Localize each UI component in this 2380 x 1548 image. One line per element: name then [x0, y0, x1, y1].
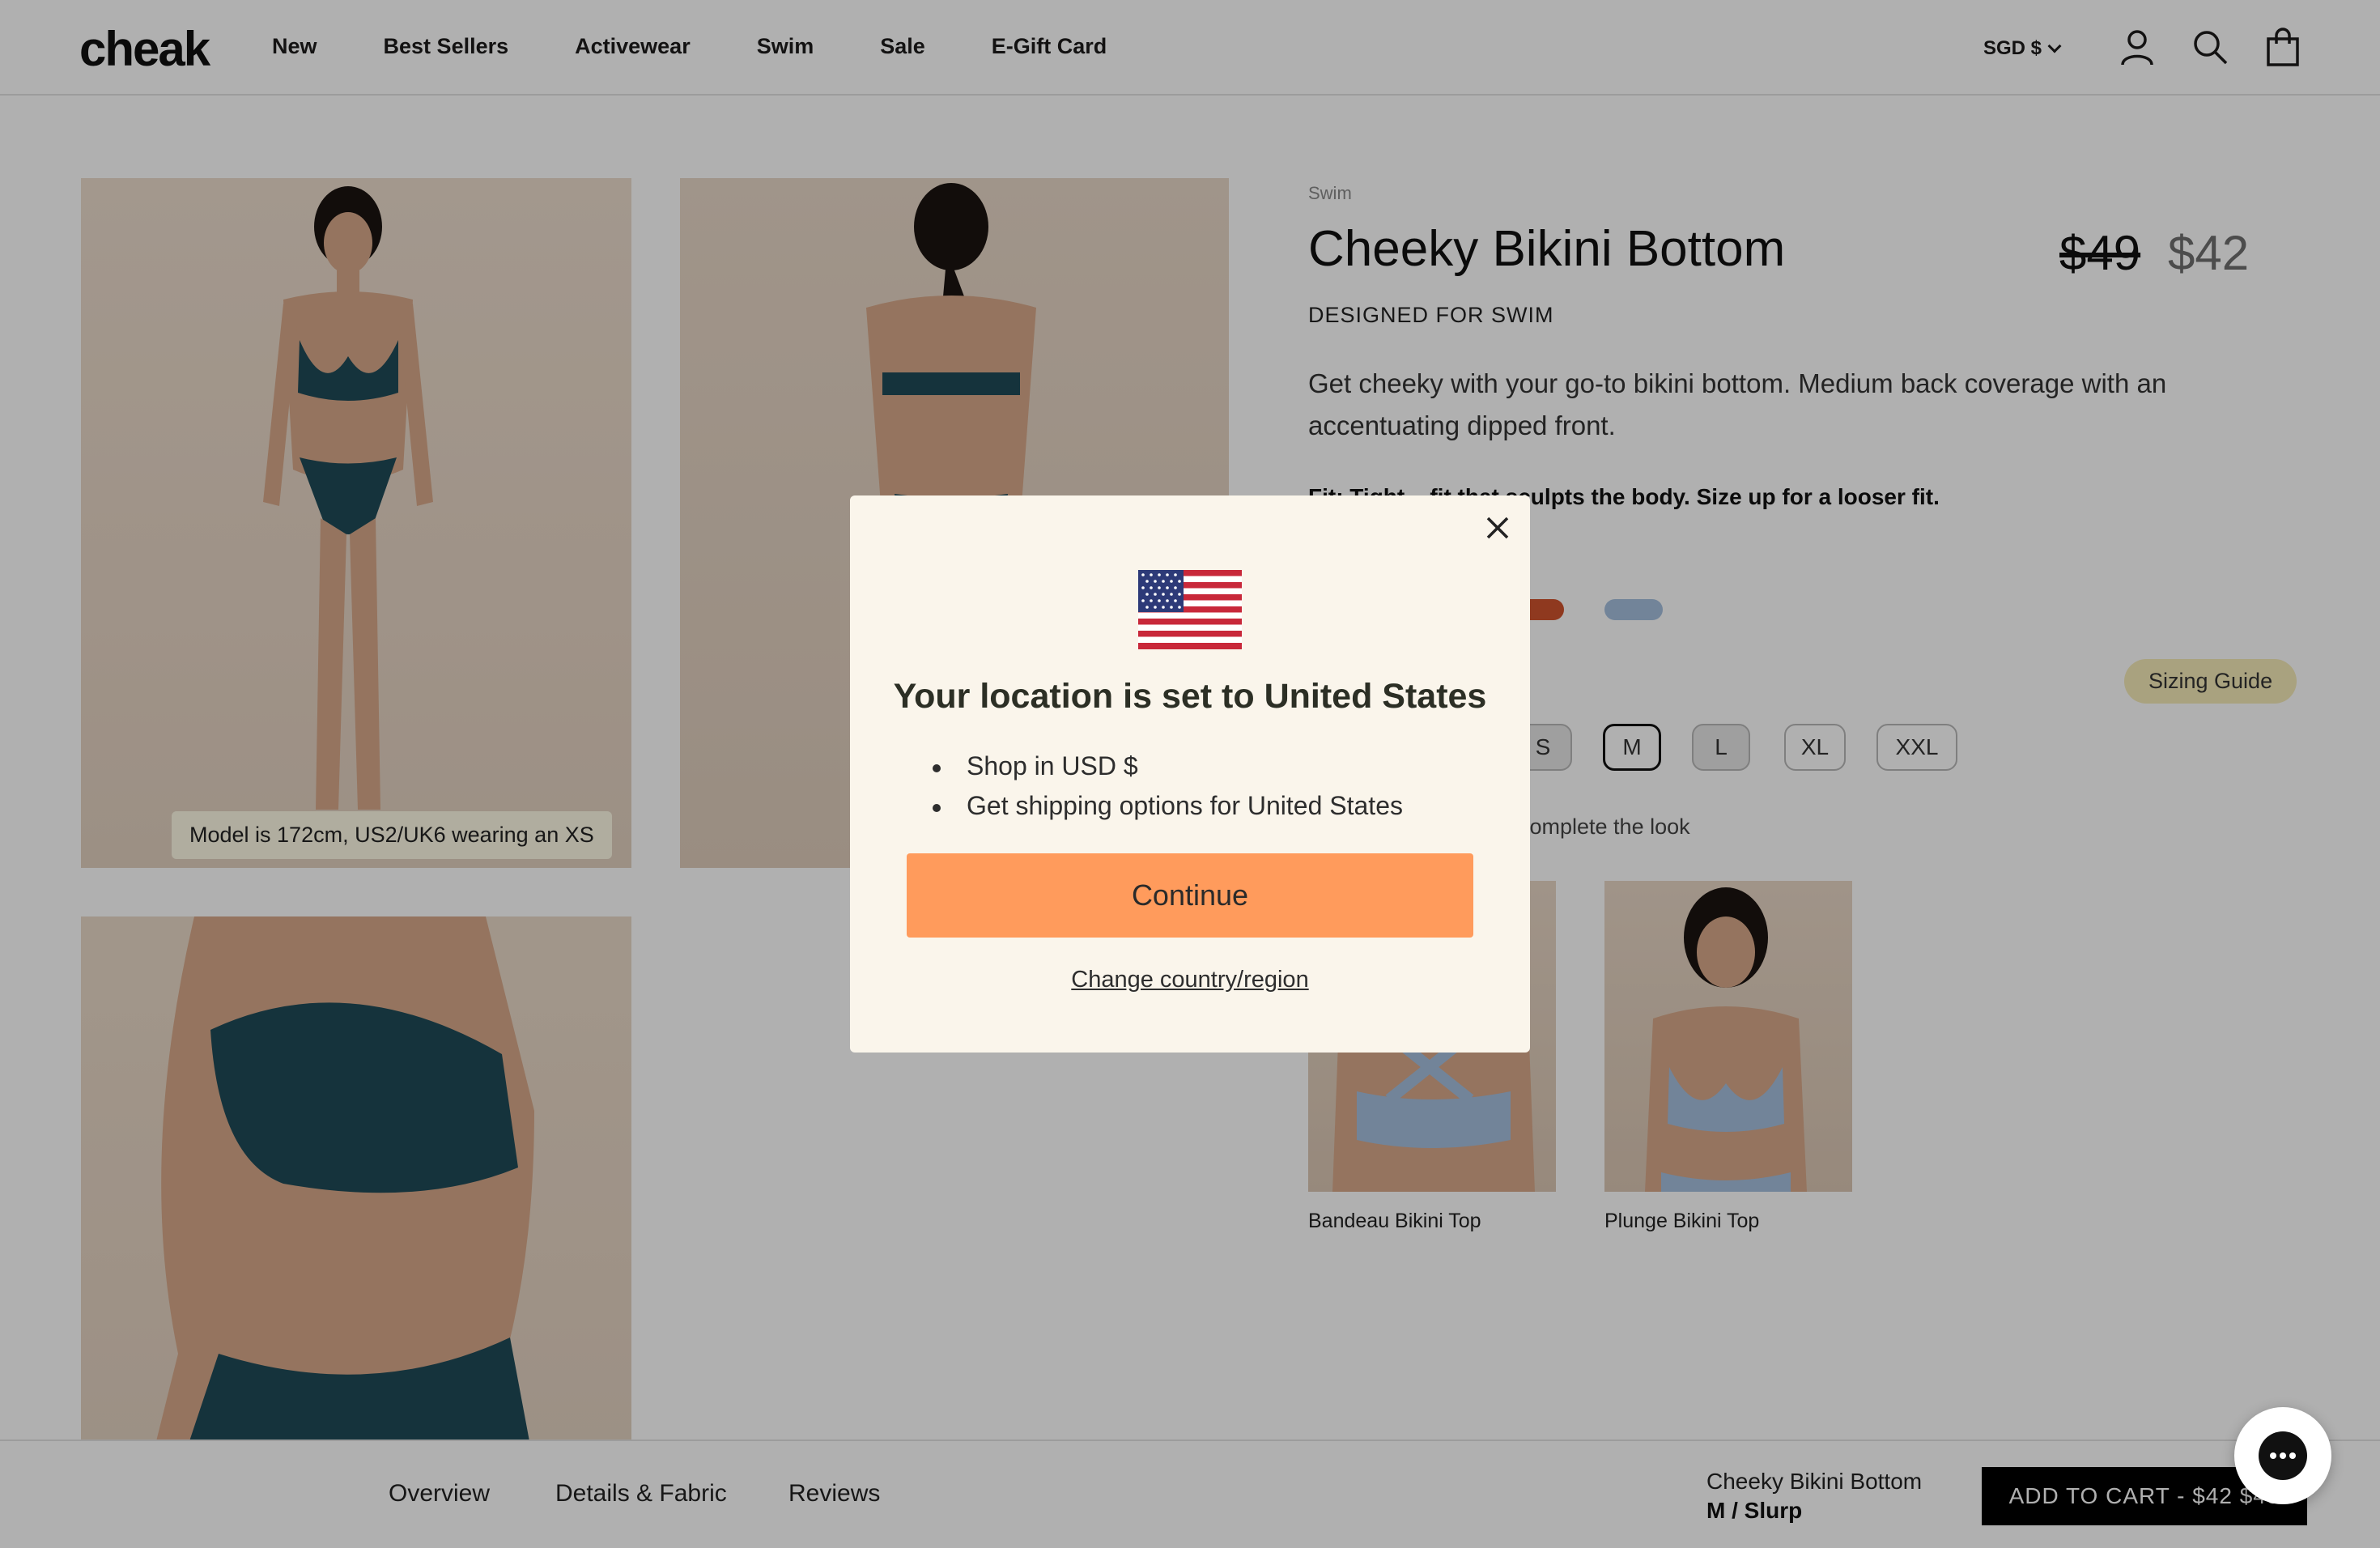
location-modal: Your location is set to United States Sh…	[850, 495, 1530, 1053]
change-country-link[interactable]: Change country/region	[850, 967, 1530, 993]
chat-bubble-icon	[2259, 1431, 2307, 1480]
modal-bullet-currency: Shop in USD $	[933, 751, 1403, 781]
modal-title: Your location is set to United States	[893, 677, 1487, 716]
chat-widget-button[interactable]	[2234, 1407, 2331, 1504]
close-icon[interactable]	[1480, 510, 1515, 546]
modal-benefits-list: Shop in USD $ Get shipping options for U…	[933, 751, 1403, 831]
modal-bullet-shipping: Get shipping options for United States	[933, 791, 1403, 821]
us-flag-icon	[1138, 570, 1242, 649]
continue-button[interactable]: Continue	[907, 853, 1473, 938]
